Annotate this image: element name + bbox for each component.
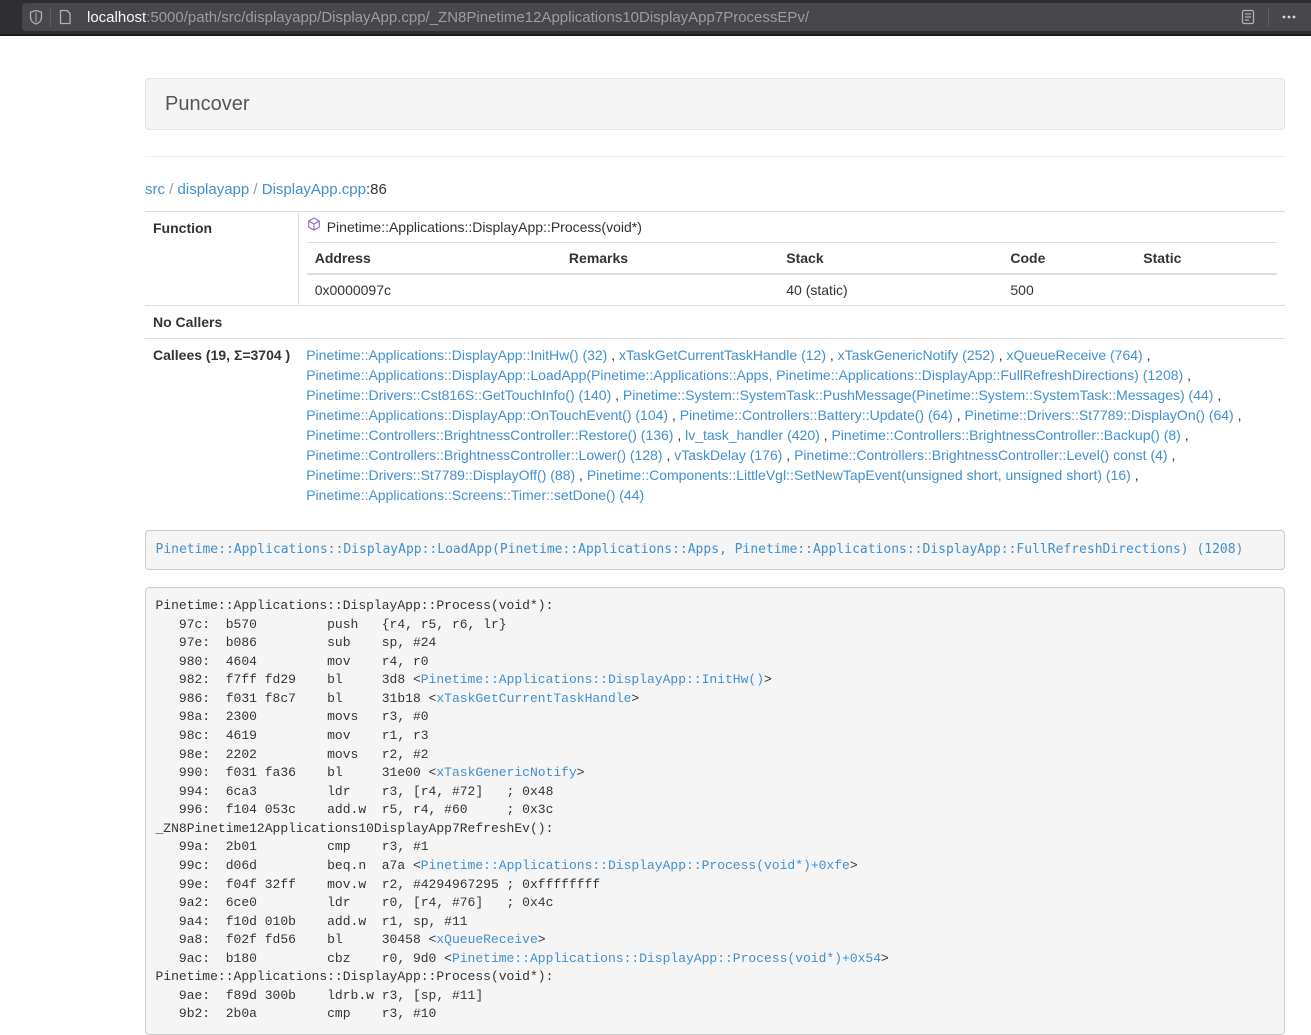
- breadcrumb-src-link[interactable]: src: [145, 181, 165, 198]
- browser-toolbar: localhost:5000/path/src/displayapp/Displ…: [0, 0, 1311, 36]
- callee-link[interactable]: xTaskGetCurrentTaskHandle (12): [619, 347, 826, 363]
- callee-link[interactable]: Pinetime::Drivers::Cst816S::GetTouchInfo…: [306, 387, 611, 403]
- address-value: 0x0000097c: [307, 274, 561, 305]
- function-table: Function Pinetime::Applications::Display…: [145, 211, 1285, 511]
- url-path: :5000/path/src/displayapp/DisplayApp.cpp…: [146, 9, 809, 26]
- code-value: 500: [1002, 274, 1135, 305]
- function-detail-table: Address Remarks Stack Code Static 0x0000…: [307, 242, 1277, 305]
- column-header-stack: Stack: [778, 243, 1002, 275]
- callee-link[interactable]: Pinetime::Drivers::St7789::DisplayOff() …: [306, 467, 575, 483]
- breadcrumb-separator: /: [165, 181, 178, 198]
- callees-cell: Pinetime::Applications::DisplayApp::Init…: [298, 339, 1285, 512]
- detail-value-row: 0x0000097c 40 (static) 500: [307, 274, 1277, 305]
- callee-link[interactable]: xTaskGenericNotify (252): [838, 347, 995, 363]
- callee-link[interactable]: xQueueReceive (764): [1007, 347, 1143, 363]
- code-symbol-link[interactable]: Pinetime::Applications::DisplayApp::Proc…: [421, 858, 850, 873]
- code-symbol-link[interactable]: xTaskGetCurrentTaskHandle: [436, 691, 631, 706]
- callee-link[interactable]: Pinetime::Controllers::BrightnessControl…: [831, 427, 1180, 443]
- callees-line: Pinetime::Applications::DisplayApp::Init…: [306, 345, 1277, 365]
- breadcrumb-displayapp-link[interactable]: displayapp: [178, 181, 250, 198]
- callees-line: Pinetime::Applications::Screens::Timer::…: [306, 485, 1277, 505]
- brand-title: Puncover: [165, 93, 250, 115]
- breadcrumb-file-link[interactable]: DisplayApp.cpp: [262, 181, 366, 198]
- callee-link[interactable]: lv_task_handler (420): [685, 427, 820, 443]
- callee-link[interactable]: Pinetime::Components::LittleVgl::SetNewT…: [587, 467, 1131, 483]
- page-container: Puncover src / displayapp / DisplayApp.c…: [130, 78, 1300, 1035]
- disassembly-block: Pinetime::Applications::DisplayApp::Proc…: [145, 587, 1285, 1035]
- highlighted-symbol-box: Pinetime::Applications::DisplayApp::Load…: [145, 530, 1285, 570]
- url-host: localhost: [87, 9, 146, 26]
- callees-line: Pinetime::Drivers::St7789::DisplayOff() …: [306, 465, 1277, 485]
- callee-link[interactable]: vTaskDelay (176): [674, 447, 782, 463]
- disassembly-code: Pinetime::Applications::DisplayApp::Proc…: [156, 598, 889, 1021]
- column-header-address: Address: [307, 243, 561, 275]
- function-name: Pinetime::Applications::DisplayApp::Proc…: [327, 217, 642, 237]
- url-text[interactable]: localhost:5000/path/src/displayapp/Displ…: [87, 9, 809, 26]
- no-callers-cell: [298, 306, 1285, 339]
- callees-line: Pinetime::Applications::DisplayApp::Load…: [306, 365, 1277, 385]
- page-info-icon[interactable]: [51, 3, 79, 31]
- code-symbol-link[interactable]: xQueueReceive: [436, 932, 537, 947]
- code-symbol-link[interactable]: xTaskGenericNotify: [436, 765, 576, 780]
- breadcrumb: src / displayapp / DisplayApp.cpp:86: [145, 182, 1285, 198]
- column-header-static: Static: [1135, 243, 1277, 275]
- shield-icon[interactable]: [22, 3, 50, 31]
- callee-link[interactable]: Pinetime::Controllers::BrightnessControl…: [306, 447, 662, 463]
- detail-header-row: Address Remarks Stack Code Static: [307, 243, 1277, 275]
- callee-link[interactable]: Pinetime::System::SystemTask::PushMessag…: [623, 387, 1214, 403]
- loadapp-symbol-link[interactable]: Pinetime::Applications::DisplayApp::Load…: [156, 542, 1244, 557]
- callee-link[interactable]: Pinetime::Applications::DisplayApp::Load…: [306, 367, 1183, 383]
- callees-line: Pinetime::Controllers::BrightnessControl…: [306, 425, 1277, 445]
- remarks-value: [561, 274, 778, 305]
- reader-mode-icon[interactable]: [1232, 3, 1264, 31]
- breadcrumb-separator: /: [249, 181, 262, 198]
- column-header-remarks: Remarks: [561, 243, 778, 275]
- brand-banner[interactable]: Puncover: [145, 78, 1285, 130]
- callee-link[interactable]: Pinetime::Controllers::BrightnessControl…: [306, 427, 673, 443]
- callee-link[interactable]: Pinetime::Controllers::Battery::Update()…: [680, 407, 953, 423]
- divider: [145, 156, 1285, 157]
- callees-line: Pinetime::Drivers::Cst816S::GetTouchInfo…: [306, 385, 1277, 405]
- stack-value: 40 (static): [778, 274, 1002, 305]
- callees-line: Pinetime::Applications::DisplayApp::OnTo…: [306, 405, 1277, 425]
- function-row: Function Pinetime::Applications::Display…: [145, 212, 1285, 306]
- callees-row: Callees (19, Σ=3704 ) Pinetime::Applicat…: [145, 339, 1285, 512]
- toolbar-separator: [1268, 8, 1269, 26]
- function-label: Function: [145, 212, 298, 306]
- symbol-cube-icon: [307, 217, 321, 237]
- callees-label: Callees (19, Σ=3704 ): [145, 339, 298, 512]
- code-symbol-link[interactable]: Pinetime::Applications::DisplayApp::Init…: [421, 672, 764, 687]
- callee-link[interactable]: Pinetime::Applications::Screens::Timer::…: [306, 487, 644, 503]
- callee-link[interactable]: Pinetime::Controllers::BrightnessControl…: [794, 447, 1167, 463]
- code-symbol-link[interactable]: Pinetime::Applications::DisplayApp::Proc…: [452, 951, 881, 966]
- static-value: [1135, 274, 1277, 305]
- breadcrumb-line-number: :86: [366, 181, 387, 198]
- no-callers-label: No Callers: [145, 306, 298, 339]
- callee-link[interactable]: Pinetime::Applications::DisplayApp::Init…: [306, 347, 607, 363]
- url-bar[interactable]: localhost:5000/path/src/displayapp/Displ…: [22, 3, 1311, 31]
- callees-line: Pinetime::Controllers::BrightnessControl…: [306, 445, 1277, 465]
- callee-link[interactable]: Pinetime::Applications::DisplayApp::OnTo…: [306, 407, 668, 423]
- no-callers-row: No Callers: [145, 306, 1285, 339]
- overflow-menu-icon[interactable]: [1273, 3, 1305, 31]
- column-header-code: Code: [1002, 243, 1135, 275]
- callee-link[interactable]: Pinetime::Drivers::St7789::DisplayOn() (…: [965, 407, 1234, 423]
